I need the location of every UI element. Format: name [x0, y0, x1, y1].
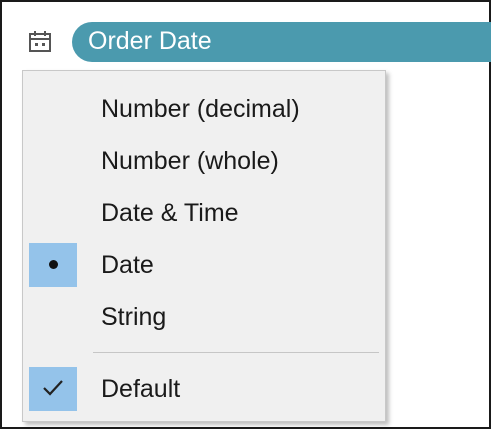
menu-item-date-time[interactable]: Date & Time [23, 189, 385, 237]
menu-item-number-whole[interactable]: Number (whole) [23, 137, 385, 185]
checkmark-icon [43, 380, 63, 396]
menu-item-date[interactable]: Date [23, 241, 385, 289]
bullet-icon [49, 260, 58, 269]
screenshot-frame: Order Date Number (decimal) Number (whol… [0, 0, 491, 429]
field-name: Order Date [88, 27, 212, 55]
menu-item-number-decimal[interactable]: Number (decimal) [23, 85, 385, 133]
menu-item-label: String [101, 303, 167, 331]
menu-item-label: Default [101, 375, 181, 403]
menu-item-label: Number (decimal) [101, 95, 300, 123]
menu-item-label: Date [101, 251, 154, 279]
selected-indicator [29, 243, 77, 287]
field-pill-row: Order Date [20, 20, 491, 62]
checked-indicator [29, 367, 77, 411]
menu-item-string[interactable]: String [23, 293, 385, 341]
calendar-icon [27, 30, 53, 54]
menu-separator [93, 352, 379, 353]
data-type-menu: Number (decimal) Number (whole) Date & T… [22, 70, 386, 422]
menu-item-label: Number (whole) [101, 147, 279, 175]
menu-item-default[interactable]: Default [23, 365, 385, 413]
menu-item-label: Date & Time [101, 199, 239, 227]
